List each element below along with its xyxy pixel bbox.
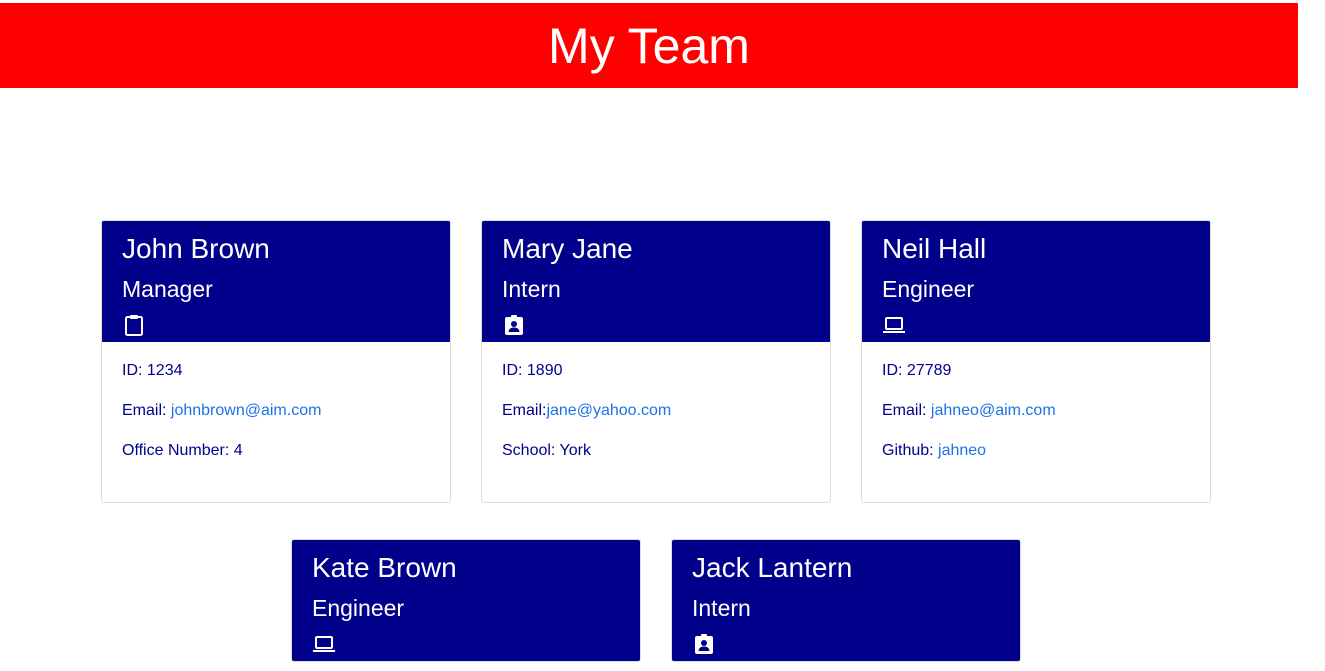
employee-card: Neil Hall Engineer ID: 27789 Email: jahn… <box>861 220 1211 503</box>
employee-name: John Brown <box>122 233 270 264</box>
employee-office: Office Number: 4 <box>122 442 243 459</box>
github-link[interactable]: jahneo <box>938 442 986 459</box>
card-body: ID: 1234 Email: johnbrown@aim.com Office… <box>102 342 450 502</box>
employee-role: Engineer <box>882 276 975 302</box>
employee-role: Manager <box>122 276 213 302</box>
card-header: Kate Brown Engineer <box>292 540 640 661</box>
employee-name: Jack Lantern <box>692 552 853 583</box>
employee-name: Neil Hall <box>882 233 987 264</box>
employee-id: ID: 1234 <box>122 362 183 379</box>
card-body: ID: 27789 Email: jahneo@aim.com Github: … <box>862 342 1210 502</box>
email-label: Email: <box>882 402 931 419</box>
employee-id: ID: 1890 <box>502 362 563 379</box>
employee-name: Mary Jane <box>502 233 633 264</box>
email-label: Email: <box>122 402 171 419</box>
clipboard-icon <box>125 315 143 336</box>
page-title: My Team <box>548 17 750 74</box>
card-header: Neil Hall Engineer <box>862 221 1210 342</box>
employee-role: Intern <box>502 276 561 302</box>
employee-card: Mary Jane Intern ID: 1890 Email:jane@yah… <box>481 220 831 503</box>
employee-name: Kate Brown <box>312 552 457 583</box>
employee-school: School: York <box>502 442 591 459</box>
card-header: John Brown Manager <box>102 221 450 342</box>
employee-email-row: Email: johnbrown@aim.com <box>122 402 430 420</box>
email-link[interactable]: jahneo@aim.com <box>931 402 1056 419</box>
card-header: Jack Lantern Intern <box>672 540 1020 661</box>
card-header: Mary Jane Intern <box>482 221 830 342</box>
employee-github-row: Github: jahneo <box>882 442 1190 460</box>
employee-card: Kate Brown Engineer <box>291 539 641 662</box>
card-body: ID: 1890 Email:jane@yahoo.com School: Yo… <box>482 342 830 502</box>
employee-card: John Brown Manager ID: 1234 Email: johnb… <box>101 220 451 503</box>
employee-role: Engineer <box>312 595 405 621</box>
employee-card: Jack Lantern Intern <box>671 539 1021 662</box>
email-link[interactable]: johnbrown@aim.com <box>171 402 322 419</box>
employee-role: Intern <box>692 595 751 621</box>
id-badge-icon <box>505 315 523 335</box>
email-link[interactable]: jane@yahoo.com <box>546 402 671 419</box>
employee-email-row: Email: jahneo@aim.com <box>882 402 1190 420</box>
page-banner: My Team <box>0 3 1298 88</box>
github-label: Github: <box>882 442 939 459</box>
employee-id: ID: 27789 <box>882 362 952 379</box>
laptop-icon <box>883 317 905 333</box>
laptop-icon <box>313 636 335 652</box>
id-badge-icon <box>695 634 713 654</box>
employee-email-row: Email:jane@yahoo.com <box>502 402 810 420</box>
email-label: Email: <box>502 402 547 419</box>
